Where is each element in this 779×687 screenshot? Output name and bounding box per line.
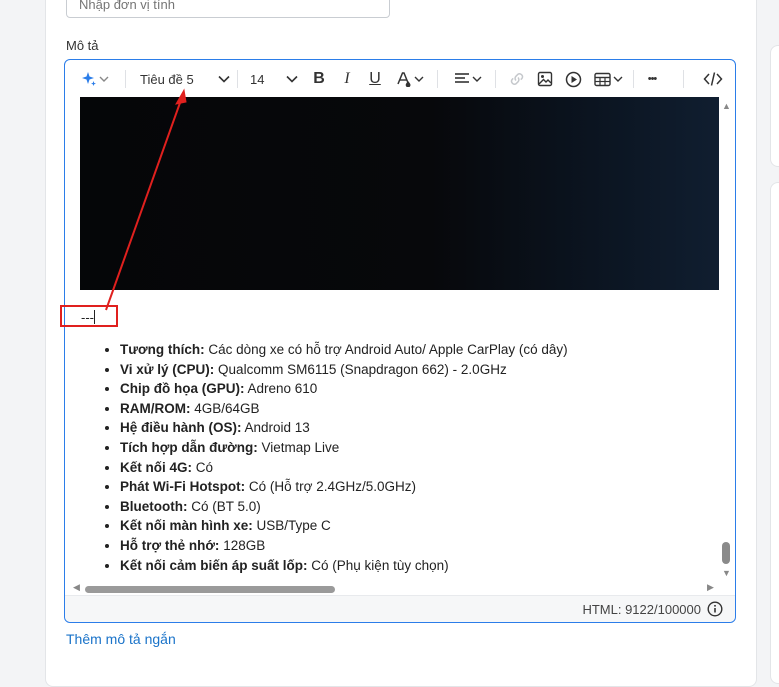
annotation-arrow	[105, 88, 187, 311]
